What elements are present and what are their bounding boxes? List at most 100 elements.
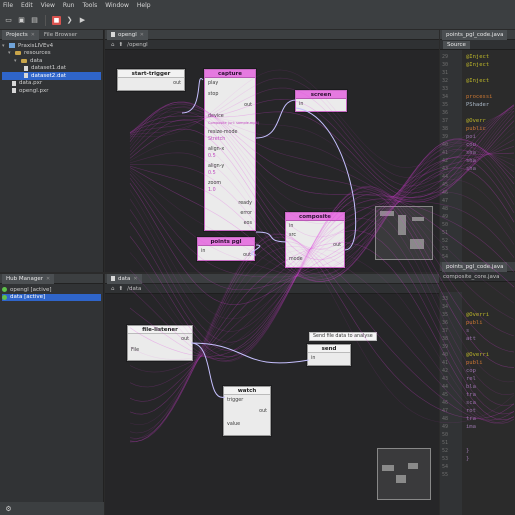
- code-line[interactable]: sha: [466, 150, 476, 156]
- code-line[interactable]: PShader: [466, 102, 489, 108]
- port-in[interactable]: in: [289, 224, 293, 229]
- code-line[interactable]: sca: [466, 400, 476, 406]
- code-line[interactable]: bla: [466, 384, 476, 390]
- code-line[interactable]: @Inject: [466, 54, 489, 60]
- open-icon[interactable]: ▭: [4, 16, 13, 25]
- node-composite[interactable]: composite in src out mode: [285, 212, 345, 268]
- close-icon[interactable]: ✕: [46, 276, 50, 282]
- port-in[interactable]: in: [299, 102, 303, 107]
- code-line[interactable]: sha: [466, 158, 476, 164]
- code-line[interactable]: att: [466, 336, 476, 342]
- property-align-y-value[interactable]: 0.5: [208, 171, 216, 176]
- up-icon[interactable]: ⬆: [119, 42, 124, 48]
- node-screen[interactable]: screen in: [295, 90, 347, 112]
- port-error[interactable]: error: [240, 211, 252, 216]
- code-line[interactable]: @Inject: [466, 62, 489, 68]
- menu-tools[interactable]: Tools: [82, 2, 97, 9]
- graph-minimap[interactable]: [375, 206, 433, 260]
- port-out[interactable]: out: [259, 409, 267, 414]
- code-line[interactable]: sha: [466, 166, 476, 172]
- code-line[interactable]: rot: [466, 408, 476, 414]
- run-icon[interactable]: ▶: [78, 16, 87, 25]
- port-src[interactable]: src: [289, 233, 296, 238]
- port-play[interactable]: play: [208, 81, 218, 86]
- port-out[interactable]: out: [243, 253, 251, 258]
- port-stop[interactable]: stop: [208, 92, 218, 97]
- subtab-source[interactable]: Source: [443, 40, 470, 49]
- code-line[interactable]: tra: [466, 416, 476, 422]
- hub-item-data[interactable]: data [active]: [2, 293, 101, 301]
- code-line[interactable]: processi: [466, 94, 493, 100]
- close-icon[interactable]: ✕: [140, 32, 144, 38]
- tree-item-dataset2[interactable]: dataset2.dat: [2, 72, 101, 80]
- close-icon[interactable]: ✕: [31, 32, 35, 38]
- hub-item-opengl[interactable]: opengl [active]: [2, 286, 101, 294]
- tree-item-dataset1[interactable]: dataset1.dat: [2, 65, 101, 73]
- code-line[interactable]: publi: [466, 360, 483, 366]
- save-icon[interactable]: ▣: [17, 16, 26, 25]
- menu-view[interactable]: View: [41, 2, 55, 9]
- property-zoom-value[interactable]: 1.0: [208, 188, 216, 193]
- port-in[interactable]: in: [311, 356, 315, 361]
- tab-file-browser[interactable]: File Browser: [40, 30, 81, 40]
- menu-help[interactable]: Help: [137, 2, 151, 9]
- code-line[interactable]: @Overri: [466, 312, 489, 318]
- tree-item-data[interactable]: ▾ data: [2, 57, 101, 65]
- expand-icon[interactable]: ▾: [14, 58, 18, 64]
- code-line[interactable]: rel: [466, 376, 476, 382]
- tab-hub-manager[interactable]: Hub Manager ✕: [2, 273, 55, 284]
- up-icon[interactable]: ⬆: [119, 286, 124, 292]
- tab-points-pgl-code[interactable]: points_pgl_code.java: [442, 262, 508, 272]
- port-trigger[interactable]: trigger: [227, 398, 243, 403]
- code-line[interactable]: s: [466, 328, 469, 334]
- code-line[interactable]: }: [466, 456, 469, 462]
- step-icon[interactable]: ❯: [65, 16, 74, 25]
- code-line[interactable]: publi: [466, 320, 483, 326]
- code-line[interactable]: public: [466, 126, 486, 132]
- tab-composite-core-label[interactable]: composite_core.java: [443, 274, 499, 280]
- port-out[interactable]: out: [244, 103, 252, 108]
- tree-item-opengl-pxr[interactable]: opengl.pxr: [2, 87, 101, 95]
- node-start-trigger[interactable]: start-trigger out: [117, 69, 185, 91]
- save-all-icon[interactable]: ▤: [30, 16, 39, 25]
- port-ready[interactable]: ready: [238, 201, 252, 206]
- port-out[interactable]: out: [181, 337, 189, 342]
- property-device-value[interactable]: Composite (uri: sample.mp4): [208, 121, 259, 125]
- code-line[interactable]: tra: [466, 392, 476, 398]
- stop-icon[interactable]: ■: [52, 15, 61, 25]
- menu-edit[interactable]: Edit: [21, 2, 33, 9]
- port-out[interactable]: out: [333, 243, 341, 248]
- tree-item-resources[interactable]: ▾ resources: [2, 50, 101, 58]
- tab-projects[interactable]: Projects ✕: [2, 29, 39, 40]
- menu-window[interactable]: Window: [105, 2, 129, 9]
- property-align-x-value[interactable]: 0.5: [208, 154, 216, 159]
- tree-item-project[interactable]: ▾ PraxisLIVEv4: [2, 42, 101, 50]
- expand-icon[interactable]: ▾: [2, 43, 6, 49]
- code-line[interactable]: @Inject: [466, 78, 489, 84]
- menu-run[interactable]: Run: [63, 2, 75, 9]
- tab-opengl[interactable]: opengl ✕: [107, 30, 148, 40]
- code-line[interactable]: ima: [466, 424, 476, 430]
- code-line[interactable]: poi: [466, 134, 476, 140]
- menu-file[interactable]: File: [3, 2, 13, 9]
- tree-item-data-pxr[interactable]: data.pxr: [2, 80, 101, 88]
- node-watch[interactable]: watch trigger out value: [223, 386, 271, 436]
- code-line[interactable]: }: [466, 448, 469, 454]
- home-icon[interactable]: ⌂: [111, 286, 115, 292]
- gear-icon[interactable]: ⚙: [4, 504, 13, 513]
- graph-minimap[interactable]: [377, 448, 431, 500]
- expand-icon[interactable]: ▾: [8, 50, 12, 56]
- home-icon[interactable]: ⌂: [111, 42, 115, 48]
- close-icon[interactable]: ✕: [133, 276, 137, 282]
- tab-points-pgl-code[interactable]: points_pgl_code.java: [442, 30, 508, 40]
- node-file-listener[interactable]: file-listener out File: [127, 325, 193, 361]
- code-line[interactable]: cop: [466, 368, 476, 374]
- node-points-pgl[interactable]: points pgl in out: [197, 237, 255, 261]
- node-capture[interactable]: capture play stop out device Composite (…: [204, 69, 259, 231]
- tab-data[interactable]: data ✕: [107, 274, 142, 284]
- code-line[interactable]: cou: [466, 142, 476, 148]
- code-line[interactable]: @Overr: [466, 118, 486, 124]
- port-out[interactable]: out: [173, 81, 181, 86]
- port-eos[interactable]: eos: [244, 221, 252, 226]
- property-resize-mode-value[interactable]: Stretch: [208, 137, 225, 142]
